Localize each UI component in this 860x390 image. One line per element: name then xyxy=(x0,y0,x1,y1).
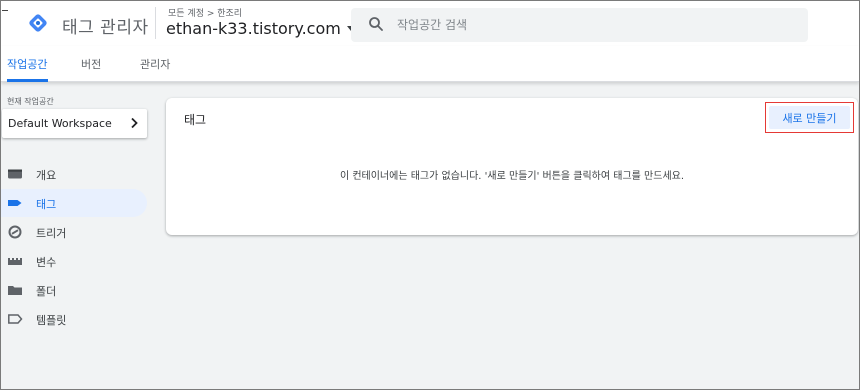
sidebar-item-folders[interactable]: 폴더 xyxy=(1,276,147,304)
sidebar-item-overview[interactable]: 개요 xyxy=(1,160,147,188)
trigger-icon xyxy=(8,225,22,239)
tab-workspace[interactable]: 작업공간 xyxy=(7,56,47,72)
account-breadcrumb[interactable]: 모든 계정 > 한조리 xyxy=(168,6,242,19)
header-divider xyxy=(155,7,156,39)
overview-icon xyxy=(8,169,22,179)
sidebar-item-label: 변수 xyxy=(36,256,57,269)
current-workspace-label: 현재 작업공간 xyxy=(7,97,54,106)
sidebar-item-label: 개요 xyxy=(36,169,57,182)
sidebar-item-label: 템플릿 xyxy=(36,314,67,327)
new-tag-button[interactable]: 새로 만들기 xyxy=(765,102,854,133)
card-title: 태그 xyxy=(184,113,207,127)
sidebar-item-variables[interactable]: 변수 xyxy=(1,247,147,275)
tab-bar: 작업공간 버전 관리자 xyxy=(1,46,859,82)
sidebar-item-label: 트리거 xyxy=(36,227,67,240)
empty-state-message: 이 컨테이너에는 태그가 없습니다. '새로 만들기' 버튼을 클릭하여 태그를… xyxy=(339,171,685,182)
window-edge-mark xyxy=(2,10,8,11)
search-input[interactable] xyxy=(397,8,797,42)
folder-icon xyxy=(8,286,22,295)
app-title: 태그 관리자 xyxy=(62,18,149,38)
container-name: ethan-k33.tistory.com xyxy=(166,19,341,38)
sidebar-item-templates[interactable]: 템플릿 xyxy=(1,305,147,333)
tab-admin[interactable]: 관리자 xyxy=(140,56,170,72)
variable-icon xyxy=(8,258,22,265)
app-window: 태그 관리자 모든 계정 > 한조리 ethan-k33.tistory.com… xyxy=(1,1,859,389)
new-tag-button-label: 새로 만들기 xyxy=(769,106,850,129)
tab-versions[interactable]: 버전 xyxy=(81,56,101,72)
workspace-name: Default Workspace xyxy=(8,117,112,130)
top-header: 태그 관리자 모든 계정 > 한조리 ethan-k33.tistory.com xyxy=(1,1,859,46)
workspace-selector[interactable]: Default Workspace xyxy=(2,109,147,138)
chevron-right-icon xyxy=(131,117,138,129)
tag-icon xyxy=(8,200,22,206)
tags-card: 태그 새로 만들기 이 컨테이너에는 태그가 없습니다. '새로 만들기' 버튼… xyxy=(166,98,858,235)
search-icon xyxy=(369,17,383,31)
tag-manager-logo-icon[interactable] xyxy=(27,12,49,34)
sidebar-item-tags[interactable]: 태그 xyxy=(1,189,147,217)
sidebar-item-triggers[interactable]: 트리거 xyxy=(1,218,147,246)
container-selector[interactable]: ethan-k33.tistory.com xyxy=(166,19,355,38)
template-icon xyxy=(8,314,23,324)
sidebar-item-label: 태그 xyxy=(36,198,57,211)
sidebar-item-label: 폴더 xyxy=(36,285,57,298)
active-tab-indicator xyxy=(7,79,48,82)
